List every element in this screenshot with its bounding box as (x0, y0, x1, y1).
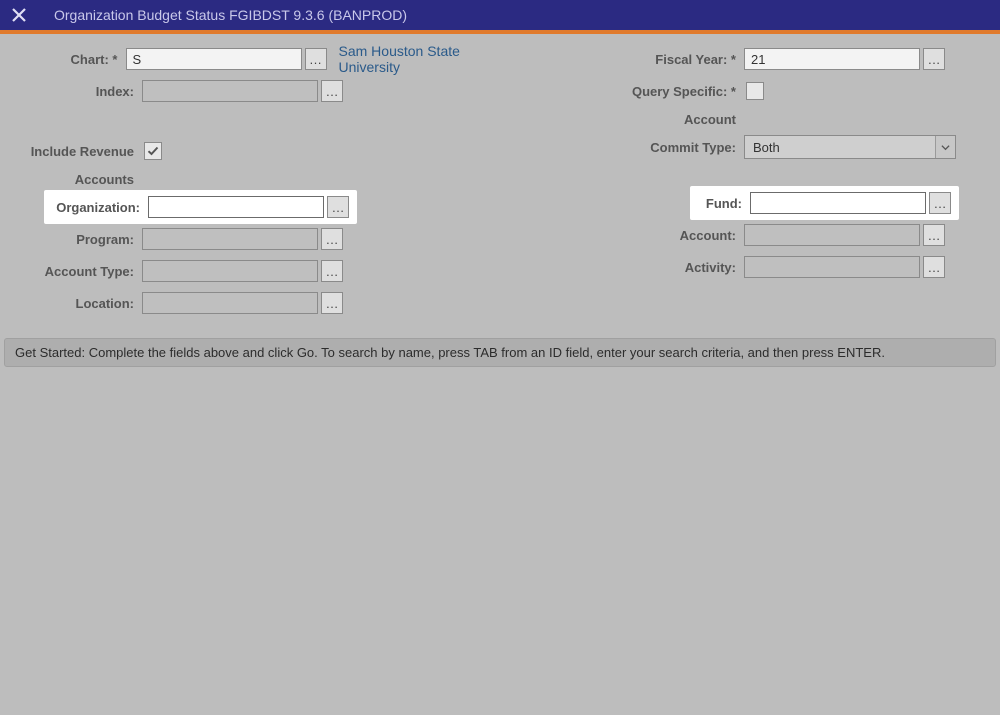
include-revenue-checkbox[interactable] (144, 142, 162, 160)
query-specific-checkbox[interactable] (746, 82, 764, 100)
include-revenue-label: Include Revenue (12, 144, 142, 159)
index-input[interactable] (142, 80, 318, 102)
account-type-label: Account Type: (12, 264, 142, 279)
activity-input[interactable] (744, 256, 920, 278)
fund-lookup-button[interactable] (929, 192, 951, 214)
right-column: Fiscal Year: * Query Specific: * Account… (500, 44, 988, 320)
chart-description: Sam Houston State University (339, 43, 501, 75)
fiscal-year-lookup-button[interactable] (923, 48, 945, 70)
program-label: Program: (12, 232, 142, 247)
commit-type-value: Both (745, 140, 935, 155)
activity-label: Activity: (500, 260, 744, 275)
hint-bar: Get Started: Complete the fields above a… (4, 338, 996, 367)
fund-label: Fund: (696, 196, 750, 211)
page-title: Organization Budget Status FGIBDST 9.3.6… (54, 7, 407, 23)
organization-label: Organization: (50, 200, 148, 215)
location-label: Location: (12, 296, 142, 311)
fund-row: Fund: (500, 188, 988, 218)
organization-input[interactable] (148, 196, 324, 218)
account-input[interactable] (744, 224, 920, 246)
left-column: Chart: * Sam Houston State University In… (12, 44, 500, 320)
close-icon[interactable] (8, 4, 30, 26)
location-input[interactable] (142, 292, 318, 314)
chart-label: Chart: * (12, 52, 126, 67)
account-sublabel: Account (500, 112, 744, 127)
program-lookup-button[interactable] (321, 228, 343, 250)
location-lookup-button[interactable] (321, 292, 343, 314)
commit-type-select[interactable]: Both (744, 135, 956, 159)
index-label: Index: (12, 84, 142, 99)
chevron-down-icon (935, 136, 955, 158)
account-type-lookup-button[interactable] (321, 260, 343, 282)
program-input[interactable] (142, 228, 318, 250)
organization-row: Organization: (12, 192, 500, 222)
titlebar: Organization Budget Status FGIBDST 9.3.6… (0, 0, 1000, 30)
fiscal-year-label: Fiscal Year: * (500, 52, 744, 67)
account-type-input[interactable] (142, 260, 318, 282)
chart-lookup-button[interactable] (305, 48, 327, 70)
activity-lookup-button[interactable] (923, 256, 945, 278)
organization-lookup-button[interactable] (327, 196, 349, 218)
form-area: Chart: * Sam Houston State University In… (0, 34, 1000, 334)
chart-input[interactable] (126, 48, 302, 70)
query-specific-label: Query Specific: * (500, 84, 744, 99)
account-label: Account: (500, 228, 744, 243)
accounts-sublabel: Accounts (12, 172, 142, 187)
fund-input[interactable] (750, 192, 926, 214)
fiscal-year-input[interactable] (744, 48, 920, 70)
index-lookup-button[interactable] (321, 80, 343, 102)
commit-type-label: Commit Type: (500, 140, 744, 155)
account-lookup-button[interactable] (923, 224, 945, 246)
